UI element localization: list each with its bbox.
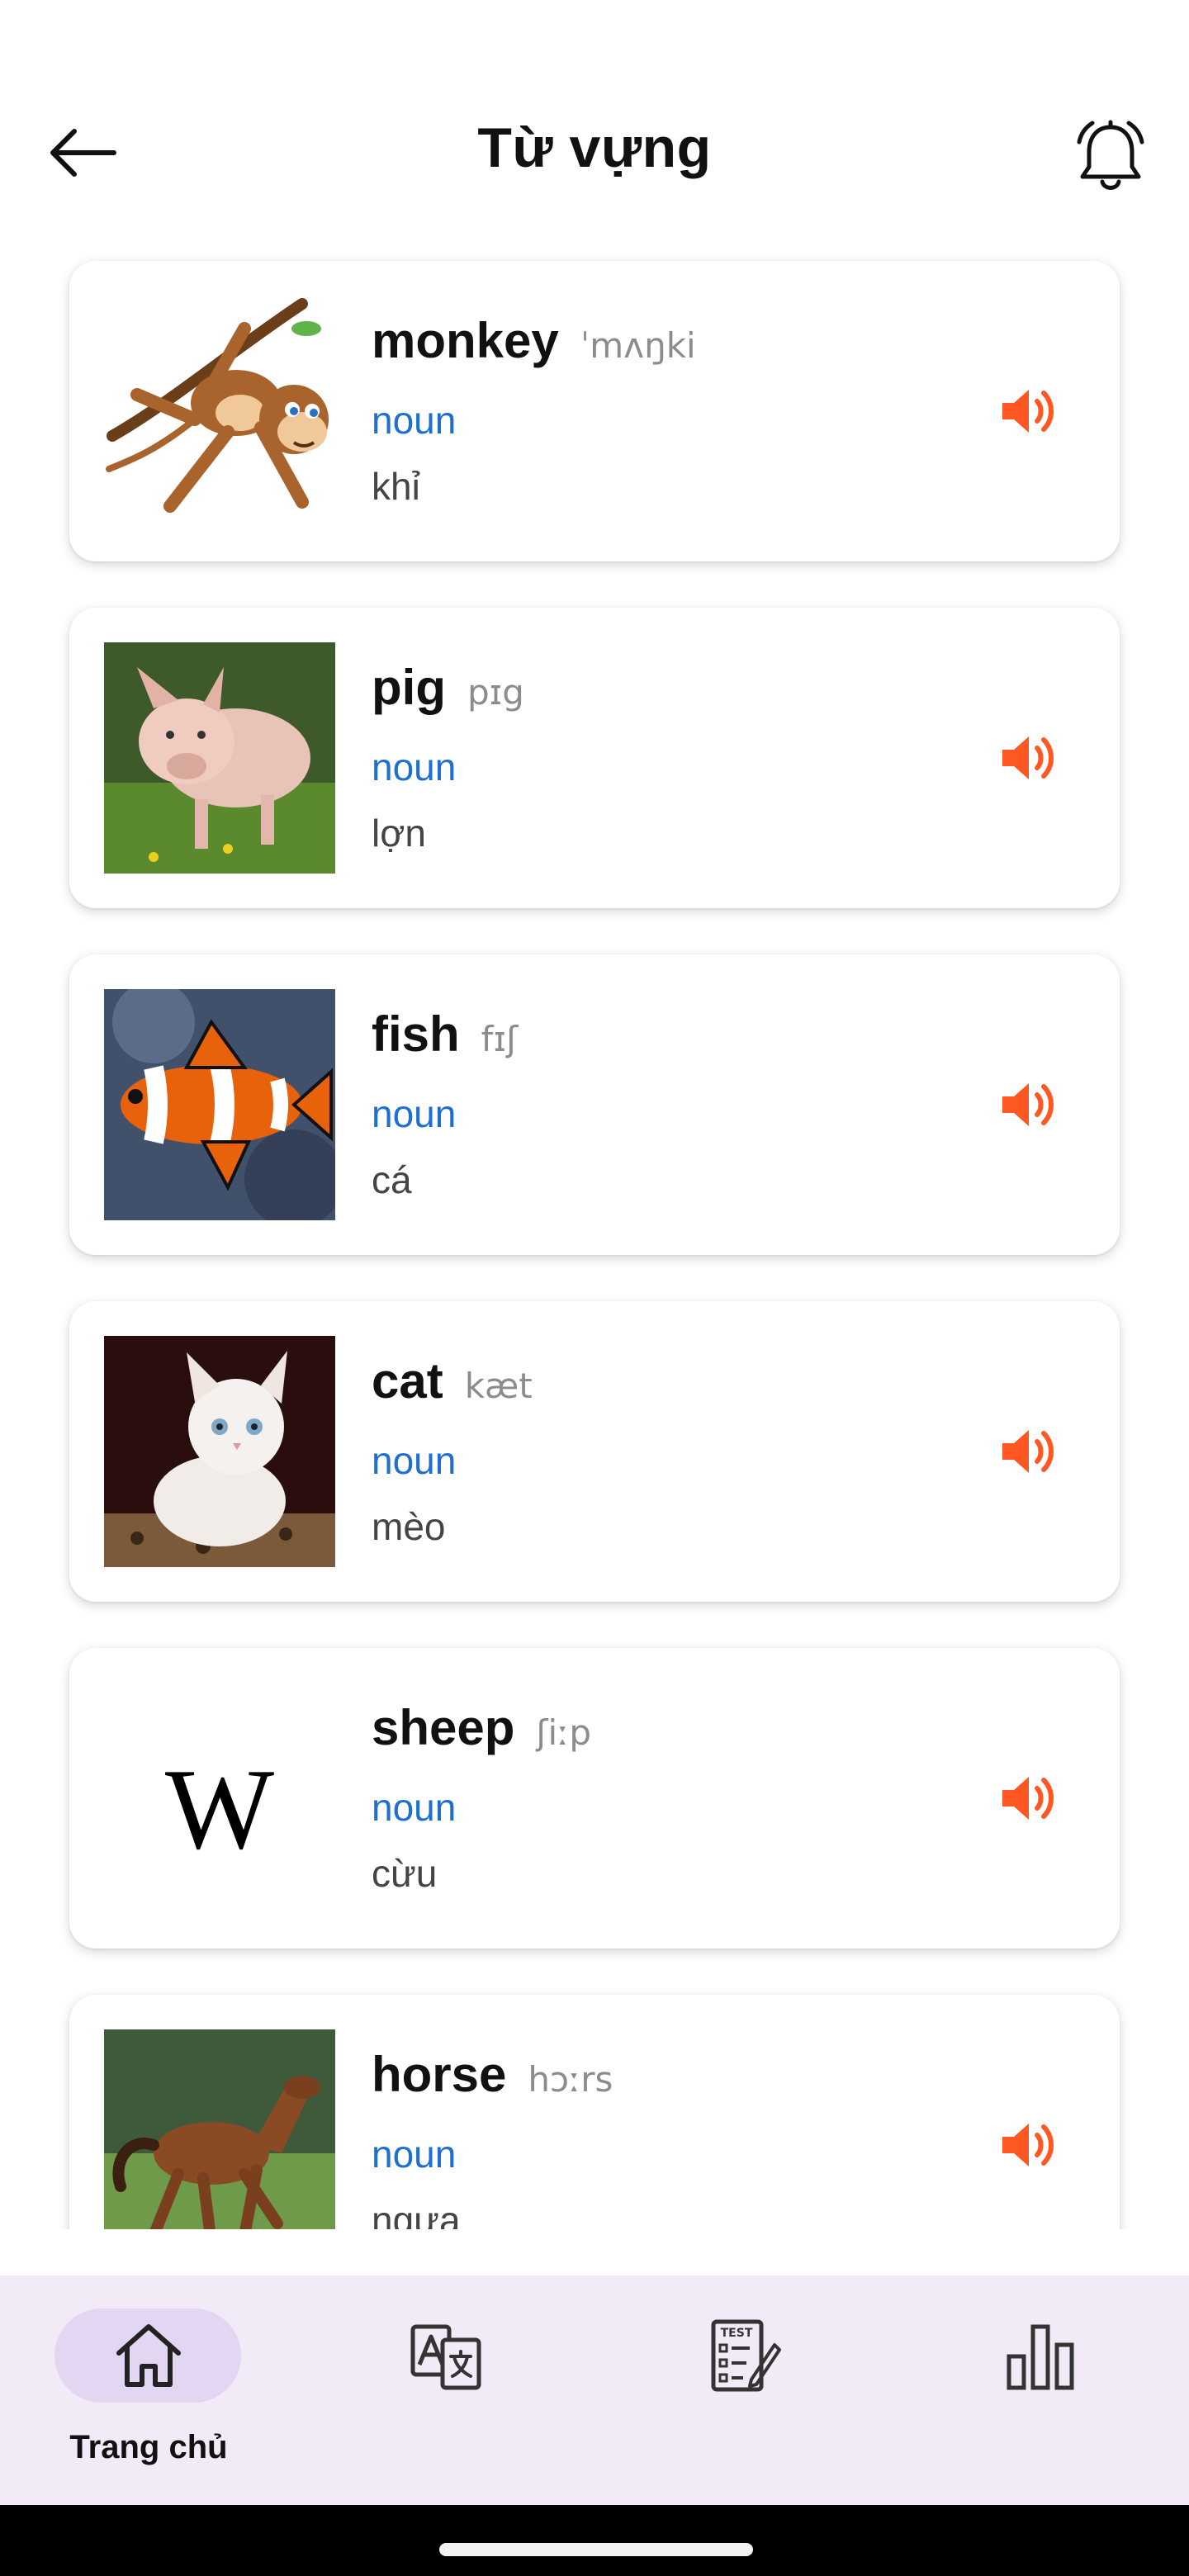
vocab-part-of-speech: noun <box>372 399 457 442</box>
vocab-part-of-speech: noun <box>372 746 457 788</box>
system-navigation-bar <box>0 2505 1189 2576</box>
vocab-part-of-speech: noun <box>372 1092 457 1135</box>
speaker-icon <box>1002 1430 1054 1473</box>
cat-image <box>104 1336 335 1567</box>
play-audio-button[interactable] <box>979 1402 1078 1501</box>
vocab-ipa: ʃiːp <box>536 1712 592 1753</box>
nav-item-stats[interactable] <box>892 2275 1189 2505</box>
speaker-icon <box>1002 1777 1054 1820</box>
wikipedia-w-letter: W <box>165 1745 274 1873</box>
vocab-word: horse hɔːrs <box>372 2047 613 2102</box>
vocab-meaning: khỉ <box>372 465 420 508</box>
monkey-image <box>104 296 335 527</box>
bar-chart-icon <box>1007 2324 1074 2390</box>
vocab-ipa: fɪʃ <box>481 1019 519 1059</box>
vocab-ipa: kæt <box>464 1366 533 1406</box>
vocab-meaning: lợn <box>372 812 426 855</box>
vocab-card-sheep[interactable]: W sheep ʃiːp noun cừu <box>69 1648 1120 1949</box>
vocab-word: monkey ˈmʌŋki <box>372 313 696 368</box>
speaker-icon <box>1002 736 1054 779</box>
vocab-meaning: ngựa <box>372 2199 461 2229</box>
wikipedia-logo-image: W <box>104 1683 335 1914</box>
vocab-meaning: mèo <box>372 1505 446 1548</box>
test-icon-label: TEST <box>721 2327 753 2340</box>
play-audio-button[interactable] <box>979 1055 1078 1154</box>
pig-image <box>104 642 335 874</box>
vocab-word: fish fɪʃ <box>372 1006 519 1062</box>
vocab-meaning: cá <box>372 1158 412 1201</box>
nav-item-translate[interactable] <box>297 2275 594 2505</box>
vocab-ipa: pɪg <box>467 672 524 713</box>
speaker-icon <box>1002 1083 1054 1126</box>
bottom-navigation: Trang chủ TEST <box>0 2275 1189 2505</box>
nav-item-test[interactable]: TEST <box>594 2275 892 2505</box>
horse-image <box>104 2029 335 2229</box>
play-audio-button[interactable] <box>979 362 1078 461</box>
nav-label-home: Trang chủ <box>69 2429 228 2465</box>
nav-item-home[interactable]: Trang chủ <box>0 2275 297 2505</box>
vocab-ipa: hɔːrs <box>528 2059 613 2100</box>
home-icon <box>116 2324 181 2387</box>
home-indicator[interactable] <box>439 2543 753 2556</box>
vocab-card-horse[interactable]: horse hɔːrs noun ngựa <box>69 1995 1120 2229</box>
vocab-meaning: cừu <box>372 1852 438 1895</box>
speaker-icon <box>1002 390 1054 433</box>
play-audio-button[interactable] <box>979 2095 1078 2195</box>
app-bar: Từ vựng <box>0 0 1189 239</box>
page-title: Từ vựng <box>477 116 712 179</box>
play-audio-button[interactable] <box>979 708 1078 807</box>
vocab-card-monkey[interactable]: monkey ˈmʌŋki noun khỉ <box>69 261 1120 561</box>
speaker-icon <box>1002 2124 1054 2166</box>
vocab-card-pig[interactable]: pig pɪg noun lợn <box>69 608 1120 908</box>
vocab-word: sheep ʃiːp <box>372 1700 592 1755</box>
vocab-ipa: ˈmʌŋki <box>580 325 696 366</box>
vocab-card-cat[interactable]: cat kæt noun mèo <box>69 1301 1120 1602</box>
notification-button[interactable] <box>1065 111 1156 202</box>
translate-icon <box>410 2324 481 2390</box>
fish-image <box>104 989 335 1220</box>
vocab-part-of-speech: noun <box>372 2133 457 2176</box>
vocab-list[interactable]: monkey ˈmʌŋki noun khỉ pig pɪg noun lợn … <box>0 239 1189 2229</box>
vocab-part-of-speech: noun <box>372 1786 457 1829</box>
test-icon: TEST <box>711 2319 781 2392</box>
play-audio-button[interactable] <box>979 1749 1078 1848</box>
vocab-word: cat kæt <box>372 1353 533 1409</box>
bell-icon <box>1077 120 1144 190</box>
vocab-word: pig pɪg <box>372 660 524 715</box>
vocab-card-fish[interactable]: fish fɪʃ noun cá <box>69 954 1120 1255</box>
vocab-part-of-speech: noun <box>372 1439 457 1482</box>
